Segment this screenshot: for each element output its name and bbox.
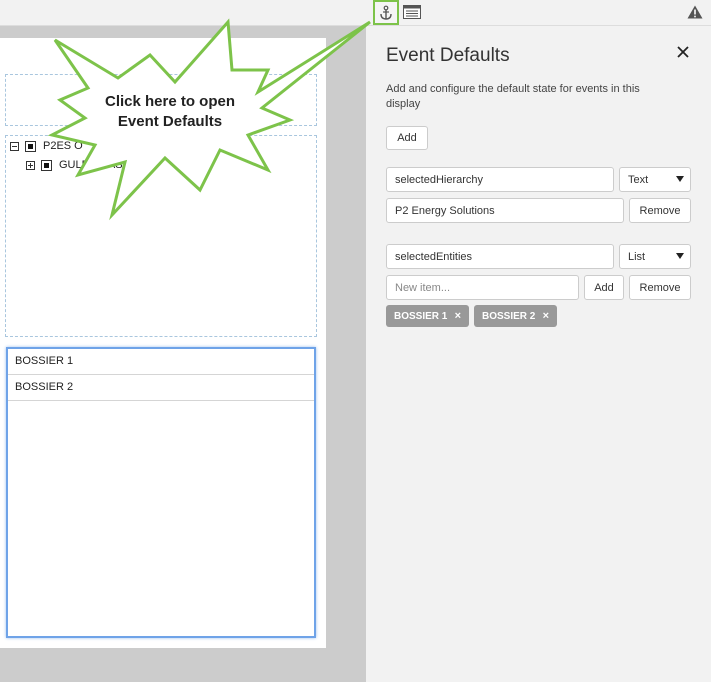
list-tag: BOSSIER 2 × [474, 305, 557, 327]
remove-event-button[interactable]: Remove [629, 275, 691, 300]
tree-node-root[interactable]: P2ES O [10, 140, 83, 152]
list-icon [403, 5, 421, 19]
tree-node-label: GULF COAST [59, 159, 130, 171]
panel-description: Add and configure the default state for … [386, 83, 640, 110]
remove-tag-icon[interactable]: × [455, 310, 461, 322]
close-button[interactable] [675, 44, 691, 60]
warning-button[interactable] [684, 2, 706, 22]
expand-icon[interactable] [26, 160, 35, 170]
callout-text: Click here to open Event Defaults [95, 92, 245, 132]
checkbox-icon[interactable] [41, 159, 52, 171]
event-name-input[interactable]: selectedHierarchy [386, 167, 614, 192]
hierarchy-tree-component: P2ES O GULF COAST [5, 135, 317, 337]
layout-list-button[interactable] [401, 2, 423, 22]
event-value-input[interactable]: P2 Energy Solutions [386, 198, 624, 223]
list-item[interactable]: BOSSIER 2 [8, 375, 314, 401]
event-type-value: List [628, 250, 646, 263]
panel-title: Event Defaults [386, 45, 510, 66]
warning-icon [687, 5, 703, 19]
event-defaults-button[interactable] [373, 0, 399, 25]
collapse-icon[interactable] [10, 141, 19, 151]
callout-line: Event Defaults [117, 113, 223, 130]
list-item[interactable]: BOSSIER 1 [8, 349, 314, 375]
tag-label: BOSSIER 2 [482, 310, 536, 322]
tree-node-label: P2ES O [43, 140, 83, 152]
remove-tag-icon[interactable]: × [543, 310, 549, 322]
callout-line: Click here to open [104, 93, 236, 110]
list-tag: BOSSIER 1 × [386, 305, 469, 327]
event-name-input[interactable]: selectedEntities [386, 244, 614, 269]
tree-node-child[interactable]: GULF COAST [26, 159, 129, 171]
event-defaults-panel: Event Defaults Add and configure the def… [366, 26, 711, 682]
event-type-select[interactable]: Text [619, 167, 691, 192]
entity-list[interactable]: BOSSIER 1 BOSSIER 2 [6, 347, 316, 638]
tag-label: BOSSIER 1 [394, 310, 448, 322]
top-toolbar [0, 0, 711, 26]
checkbox-icon[interactable] [25, 140, 36, 152]
remove-event-button[interactable]: Remove [629, 198, 691, 223]
close-icon [677, 46, 689, 58]
new-item-input[interactable]: New item... [386, 275, 579, 300]
anchor-icon [380, 5, 392, 20]
dropdown-arrow-icon [676, 253, 684, 259]
dropdown-arrow-icon [676, 176, 684, 182]
add-event-button[interactable]: Add [386, 126, 428, 150]
event-type-value: Text [628, 173, 649, 186]
event-type-select[interactable]: List [619, 244, 691, 269]
add-item-button[interactable]: Add [584, 275, 624, 300]
